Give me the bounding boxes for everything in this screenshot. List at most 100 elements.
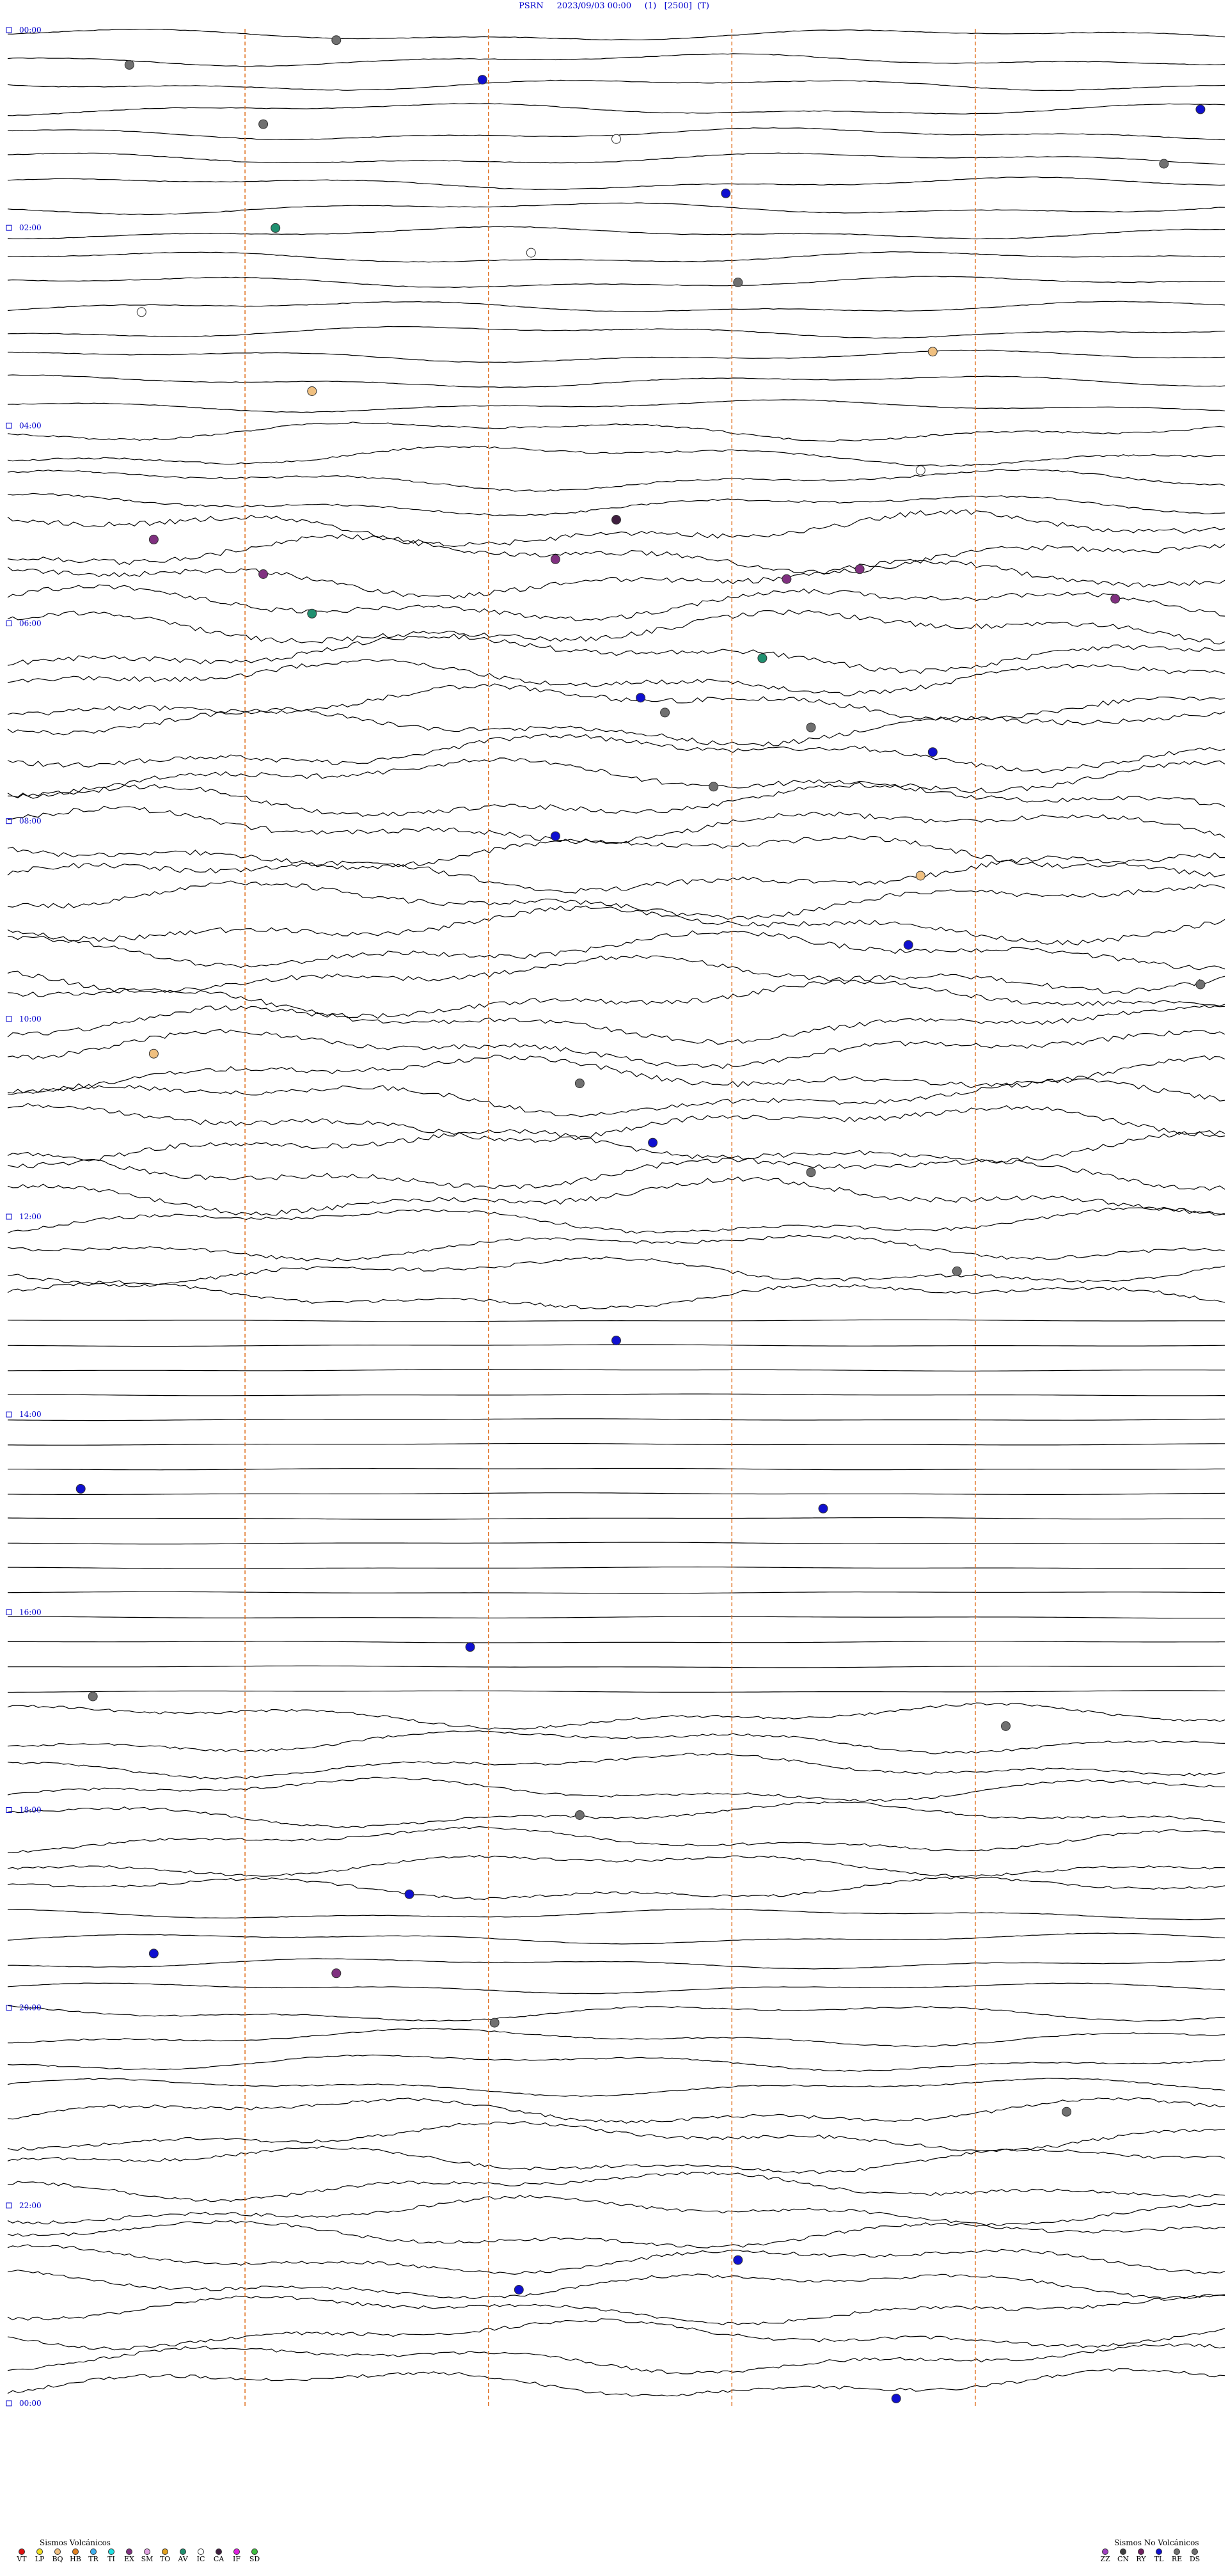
trace-line [8,1566,1225,1569]
hour-label: 14:00 [19,1410,42,1419]
hour-tick-box [6,27,12,33]
legend-dot [90,2548,97,2555]
trace-line [7,1128,1225,1169]
trace-line [7,28,1225,41]
trace-line [7,1418,1225,1421]
nonvolcanic-legend-title: Sismos No Volcánicos [1114,2538,1199,2547]
trace-line [8,1393,1225,1396]
event-marker [648,1137,658,1148]
legend-code: BQ [52,2555,63,2563]
trace-line [7,2097,1225,2124]
legend-item: AV [175,2548,191,2563]
trace-line [7,2171,1225,2202]
legend-item: TO [157,2548,173,2563]
hour-tick-box [6,1016,12,1022]
trace-line [8,1641,1225,1643]
trace-line [7,1319,1225,1322]
trace-line [7,1932,1225,1945]
trace-line [7,2005,1225,2022]
legend-code: LP [35,2555,45,2563]
hour-label: 08:00 [19,817,42,826]
trace-line [7,79,1225,91]
legend-item: RE [1169,2548,1185,2563]
trace-line [7,782,1225,817]
legend-dot [1156,2548,1162,2555]
volcanic-legend: VT LP BQ HB TR TI EX SM TO AV IC CA IF SD [14,2548,262,2563]
legend-code: RE [1171,2555,1183,2563]
legend-dot [108,2548,114,2555]
event-marker [927,747,938,757]
legend-item: TL [1151,2548,1167,2563]
event-marker [611,134,621,144]
legend-code: EX [124,2555,134,2563]
trace-line [7,805,1225,844]
hour-tick-box [6,225,12,231]
hour-tick-box [6,1411,12,1418]
trace-line [7,1776,1225,1802]
hour-label: 02:00 [19,223,42,232]
hour-tick-box [6,1609,12,1615]
event-marker [307,608,317,619]
legend-code: SM [141,2555,154,2563]
event-marker [818,1503,828,1513]
legend-dot [1174,2548,1180,2555]
legend-dot [126,2548,132,2555]
helicorder-plot: 00:00 02:00 04:00 06:00 08:00 10:00 12:00 14:00… [6,26,1225,2408]
trace-line [8,349,1225,363]
legend-item: IC [193,2548,209,2563]
hour-label: 00:00 [19,2399,42,2408]
legend-item: DS [1187,2548,1202,2563]
trace-line [7,1542,1225,1545]
legend-item: HB [68,2548,83,2563]
trace-line [7,275,1225,288]
trace-line [7,468,1225,492]
trace-line [7,835,1225,870]
event-marker [574,1810,585,1820]
nonvolcanic-legend: ZZ CN RY TL RE DS [1098,2548,1202,2563]
event-marker [124,59,134,70]
event-marker [574,1079,585,1089]
event-marker [733,278,743,287]
hour-label: 16:00 [19,1608,42,1616]
legend-code: TO [159,2555,171,2563]
legend-item: CA [211,2548,226,2563]
trace-line [8,1442,1225,1446]
legend-code: TI [107,2555,115,2563]
legend-code: DS [1189,2555,1200,2563]
legend-dot [162,2548,168,2555]
hour-label: 12:00 [19,1212,42,1221]
legend-code: TL [1154,2555,1164,2563]
trace-line [7,301,1225,312]
legend-item: TI [104,2548,119,2563]
trace-line [7,1280,1225,1309]
event-marker [331,1968,342,1979]
trace-line [8,1492,1225,1495]
trace-line [8,1616,1225,1619]
legend-item: BQ [50,2548,65,2563]
event-marker [903,940,913,950]
trace-line [7,2318,1225,2351]
legend-item: ZZ [1098,2548,1113,2563]
hour-label: 18:00 [19,1806,42,1815]
event-marker [854,564,865,574]
trace-line [7,905,1225,945]
trace-line [7,2343,1225,2375]
legend-item: VT [14,2548,29,2563]
event-marker [148,534,159,544]
legend-code: ZZ [1100,2555,1110,2563]
trace-line [7,2195,1225,2226]
legend-code: IF [233,2555,240,2563]
trace-line [7,1591,1225,1594]
legend-code: RY [1136,2555,1146,2563]
event-marker [136,307,146,317]
trace-line [7,445,1225,467]
trace-line [7,1029,1225,1070]
trace-line [7,1801,1225,1828]
legend-item: EX [122,2548,137,2563]
trace-line [7,251,1225,263]
trace-line [7,1958,1225,1970]
trace-line [7,1206,1225,1234]
hour-label: 00:00 [19,26,42,35]
hour-label: 10:00 [19,1015,42,1023]
trace-line [7,1876,1225,1900]
